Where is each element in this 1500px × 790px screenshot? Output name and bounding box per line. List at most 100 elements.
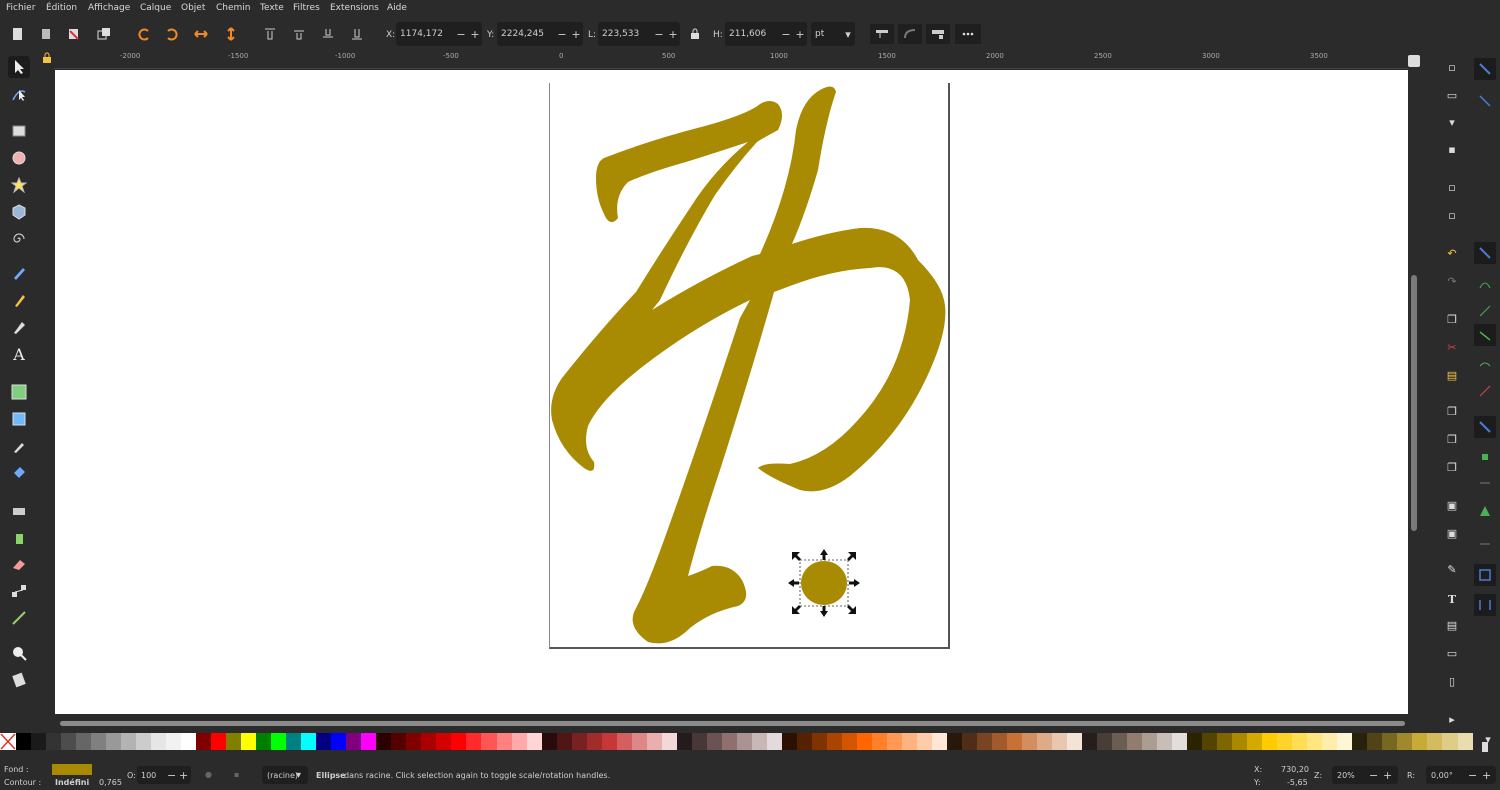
snap-text-baseline-icon[interactable]	[1474, 500, 1496, 522]
snap-nodes-icon[interactable]	[1474, 242, 1496, 264]
palette-swatch[interactable]	[466, 733, 482, 750]
palette-swatch[interactable]	[766, 733, 782, 750]
palette-swatch[interactable]	[646, 733, 662, 750]
redo-icon[interactable]: ↷	[1444, 274, 1460, 288]
stroke-value[interactable]: Indéfini	[55, 778, 89, 787]
opacity-value[interactable]: 100	[141, 771, 156, 780]
palette-swatch[interactable]	[376, 733, 392, 750]
palette-swatch[interactable]	[1022, 733, 1038, 750]
palette-menu-icon[interactable]: ▾	[1478, 733, 1498, 750]
hide-layer-icon[interactable]: ●	[205, 770, 212, 779]
palette-swatch[interactable]	[977, 733, 993, 750]
palette-swatch[interactable]	[421, 733, 437, 750]
palette-swatch[interactable]	[271, 733, 287, 750]
stroke-width[interactable]: 0,765	[99, 778, 122, 787]
group-icon[interactable]: ▣	[1444, 498, 1460, 512]
snap-page-border-icon[interactable]	[1474, 528, 1496, 550]
unlink-clone-icon[interactable]: ❐	[1444, 460, 1460, 474]
palette-swatch[interactable]	[541, 733, 557, 750]
text-font-icon[interactable]: T	[1444, 592, 1460, 606]
palette-swatch[interactable]	[1112, 733, 1128, 750]
layer-dropdown[interactable]: (racine) ▾	[262, 766, 308, 784]
palette-swatch[interactable]	[1217, 733, 1233, 750]
import-icon[interactable]: ▫	[1444, 180, 1460, 194]
palette-swatch[interactable]	[631, 733, 647, 750]
ungroup-icon[interactable]: ▣	[1444, 526, 1460, 540]
opacity-decrement[interactable]: −	[167, 769, 176, 782]
palette-swatch[interactable]	[346, 733, 362, 750]
palette-swatch[interactable]	[601, 733, 617, 750]
palette-swatch[interactable]	[511, 733, 527, 750]
palette-swatch[interactable]	[916, 733, 932, 750]
palette-swatch[interactable]	[1337, 733, 1353, 750]
palette-swatch[interactable]	[721, 733, 737, 750]
palette-swatch[interactable]	[1067, 733, 1083, 750]
palette-swatch[interactable]	[1037, 733, 1053, 750]
palette-swatch[interactable]	[661, 733, 677, 750]
zoom-field[interactable]: 20% − +	[1332, 766, 1398, 784]
palette-swatch[interactable]	[856, 733, 872, 750]
palette-swatch[interactable]	[151, 733, 167, 750]
palette-swatch[interactable]	[61, 733, 77, 750]
palette-swatch[interactable]	[496, 733, 512, 750]
palette-swatch[interactable]	[706, 733, 722, 750]
palette-swatch[interactable]	[226, 733, 242, 750]
palette-swatch[interactable]	[331, 733, 347, 750]
palette-swatch[interactable]	[1262, 733, 1278, 750]
open-file-icon[interactable]: ▭	[1444, 88, 1460, 102]
zoom-value[interactable]: 20%	[1337, 771, 1355, 780]
palette-swatch[interactable]	[901, 733, 917, 750]
palette-swatch[interactable]	[1052, 733, 1068, 750]
palette-swatch[interactable]	[1097, 733, 1113, 750]
export-icon[interactable]: ▫	[1444, 208, 1460, 222]
opacity-increment[interactable]: +	[179, 769, 188, 782]
palette-swatch[interactable]	[691, 733, 707, 750]
palette-swatch[interactable]	[1202, 733, 1218, 750]
palette-swatch[interactable]	[166, 733, 182, 750]
palette-swatch[interactable]	[1427, 733, 1443, 750]
rotation-value[interactable]: 0,00°	[1431, 771, 1453, 780]
palette-swatch[interactable]	[931, 733, 947, 750]
paste-icon[interactable]: ▤	[1444, 368, 1460, 382]
zoom-out-button[interactable]: −	[1369, 769, 1378, 782]
palette-swatch[interactable]	[1457, 733, 1473, 750]
fill-stroke-icon[interactable]: ✎	[1444, 562, 1460, 576]
print-icon[interactable]: ▪	[1444, 142, 1460, 156]
palette-swatch[interactable]	[361, 733, 377, 750]
selected-ellipse[interactable]	[801, 561, 847, 605]
palette-swatch[interactable]	[286, 733, 302, 750]
palette-swatch[interactable]	[1352, 733, 1368, 750]
align-distribute-icon[interactable]: ▯	[1444, 674, 1460, 688]
palette-swatch[interactable]	[526, 733, 542, 750]
palette-swatch[interactable]	[1397, 733, 1413, 750]
palette-swatch[interactable]	[1187, 733, 1203, 750]
palette-swatch[interactable]	[1277, 733, 1293, 750]
cut-icon[interactable]: ✂	[1444, 340, 1460, 354]
new-document-icon[interactable]: ▫	[1444, 60, 1460, 74]
palette-swatch[interactable]	[886, 733, 902, 750]
palette-swatch[interactable]	[781, 733, 797, 750]
snap-intersections-icon[interactable]	[1474, 300, 1496, 322]
no-paint-swatch[interactable]	[0, 733, 16, 750]
palette-swatch[interactable]	[256, 733, 272, 750]
snap-guides-icon[interactable]	[1474, 594, 1496, 616]
palette-swatch[interactable]	[436, 733, 452, 750]
palette-swatch[interactable]	[616, 733, 632, 750]
fill-indicator[interactable]	[52, 764, 92, 775]
palette-swatch[interactable]	[1172, 733, 1188, 750]
palette-swatch[interactable]	[301, 733, 317, 750]
palette-swatch[interactable]	[1157, 733, 1173, 750]
snap-smooth-icon[interactable]	[1474, 352, 1496, 374]
palette-swatch[interactable]	[91, 733, 107, 750]
palette-swatch[interactable]	[16, 733, 32, 750]
duplicate-icon[interactable]: ❐	[1444, 404, 1460, 418]
palette-swatch[interactable]	[961, 733, 977, 750]
palette-swatch[interactable]	[451, 733, 467, 750]
palette-swatch[interactable]	[751, 733, 767, 750]
save-icon[interactable]: ▾	[1444, 115, 1460, 129]
palette-swatch[interactable]	[1007, 733, 1023, 750]
snap-center-icon[interactable]	[1474, 446, 1496, 468]
more-commands-icon[interactable]: ▸	[1444, 712, 1460, 726]
snap-others-icon[interactable]	[1474, 416, 1496, 438]
palette-swatch[interactable]	[241, 733, 257, 750]
